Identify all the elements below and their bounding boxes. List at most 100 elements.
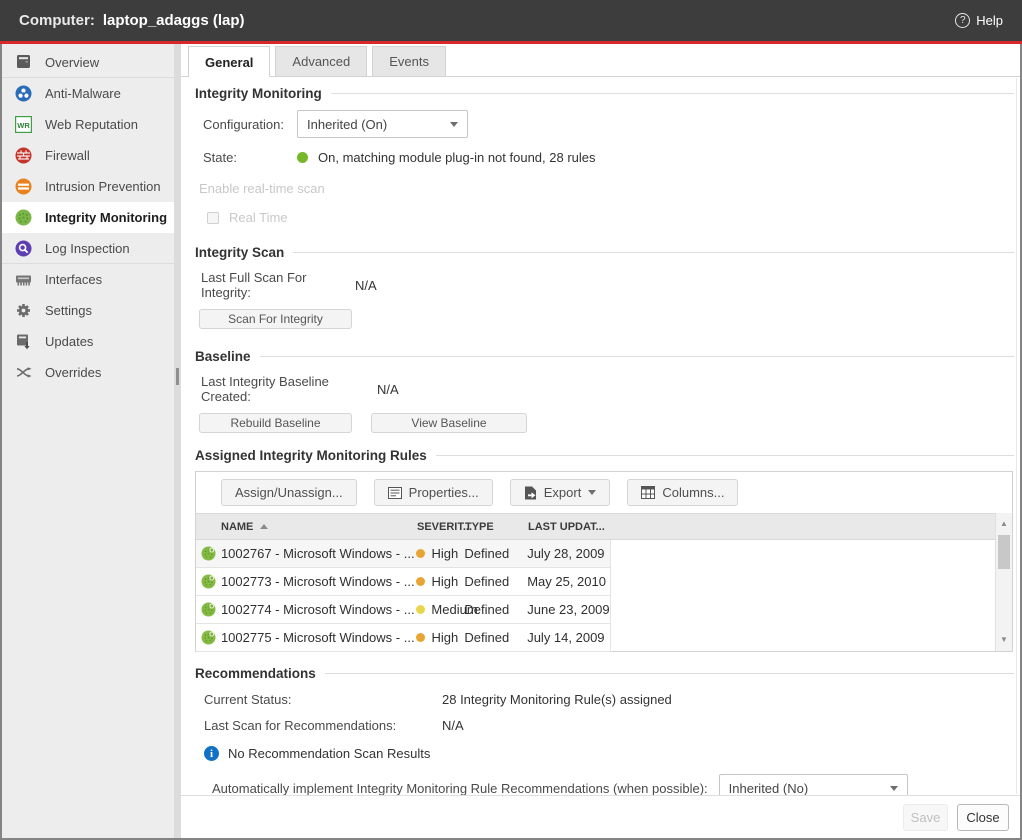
sidebar-item-integrity-monitoring[interactable]: Integrity Monitoring: [2, 202, 174, 233]
rules-table-header: NAME SEVERIT... TYPE LAST UPDAT...: [196, 513, 995, 540]
column-header-type[interactable]: TYPE: [465, 521, 528, 533]
rule-name: 1002773 - Microsoft Windows - ...: [221, 574, 417, 589]
state-label: State:: [203, 150, 297, 165]
last-baseline-created-label: Last Integrity Baseline Created:: [201, 374, 377, 404]
sidebar-item-label: Log Inspection: [45, 241, 130, 256]
rule-last-updated: May 25, 2010: [527, 574, 610, 589]
columns-label: Columns...: [662, 485, 724, 500]
rule-type: Defined: [464, 630, 527, 645]
scan-for-integrity-button[interactable]: Scan For Integrity: [199, 309, 352, 329]
general-tab-page: Integrity Monitoring Configuration: Inhe…: [181, 77, 1020, 795]
rule-type: Defined: [464, 602, 527, 617]
sidebar-item-label: Overview: [45, 55, 99, 70]
sidebar-item-label: Overrides: [45, 365, 101, 380]
integrity-rule-icon: [201, 602, 216, 617]
rule-row[interactable]: 1002774 - Microsoft Windows - ... Medium…: [196, 596, 611, 624]
updates-icon: [15, 333, 32, 350]
svg-text:WR: WR: [17, 121, 30, 130]
current-status-value: 28 Integrity Monitoring Rule(s) assigned: [442, 692, 672, 707]
tab-events[interactable]: Events: [372, 46, 446, 76]
window-title-prefix: Computer:: [19, 12, 95, 29]
sidebar-item-updates[interactable]: Updates: [2, 326, 174, 357]
columns-button[interactable]: Columns...: [627, 479, 738, 506]
settings-gear-icon: [15, 302, 32, 319]
sidebar-item-label: Updates: [45, 334, 93, 349]
rule-severity: High: [431, 546, 458, 561]
overrides-shuffle-icon: [15, 364, 32, 381]
scroll-up-arrow-icon[interactable]: ▲: [1000, 513, 1008, 531]
rule-name: 1002775 - Microsoft Windows - ...: [221, 630, 417, 645]
export-label: Export: [544, 485, 582, 500]
section-title-recommendations: Recommendations: [195, 666, 1014, 681]
column-header-name[interactable]: NAME: [221, 521, 417, 533]
rule-type: Defined: [464, 546, 527, 561]
sidebar-item-interfaces[interactable]: Interfaces: [2, 264, 174, 295]
rule-name: 1002767 - Microsoft Windows - ...: [221, 546, 417, 561]
sidebar-splitter-handle[interactable]: [176, 368, 179, 385]
rule-name: 1002774 - Microsoft Windows - ...: [221, 602, 416, 617]
sidebar-item-anti-malware[interactable]: Anti-Malware: [2, 78, 174, 109]
help-link[interactable]: ? Help: [955, 13, 1003, 28]
columns-icon: [641, 486, 655, 499]
rebuild-baseline-button[interactable]: Rebuild Baseline: [199, 413, 352, 433]
assign-unassign-button[interactable]: Assign/Unassign...: [221, 479, 357, 506]
window-titlebar: Computer: laptop_adaggs (lap) ? Help: [0, 0, 1022, 44]
sidebar-item-overview[interactable]: Overview: [2, 47, 174, 78]
rule-row[interactable]: 1002773 - Microsoft Windows - ... High D…: [196, 568, 611, 596]
integrity-rule-icon: [201, 546, 216, 561]
severity-dot: [416, 549, 425, 558]
sidebar-item-web-reputation[interactable]: WR Web Reputation: [2, 109, 174, 140]
severity-dot: [416, 605, 425, 614]
chevron-down-icon: [890, 786, 898, 791]
scroll-down-arrow-icon[interactable]: ▼: [1000, 633, 1008, 651]
rule-row[interactable]: 1002767 - Microsoft Windows - ... High D…: [196, 540, 611, 568]
rules-vertical-scrollbar[interactable]: ▲ ▼: [995, 513, 1012, 651]
tab-advanced[interactable]: Advanced: [275, 46, 367, 76]
view-baseline-button[interactable]: View Baseline: [371, 413, 527, 433]
column-header-last-updated[interactable]: LAST UPDAT...: [528, 521, 611, 533]
auto-implement-label: Automatically implement Integrity Monito…: [212, 781, 708, 796]
sidebar-item-label: Interfaces: [45, 272, 102, 287]
sidebar-item-firewall[interactable]: Firewall: [2, 140, 174, 171]
assign-unassign-label: Assign/Unassign...: [235, 485, 343, 500]
intrusion-prevention-icon: [15, 178, 32, 195]
auto-implement-dropdown[interactable]: Inherited (No): [719, 774, 908, 795]
sidebar-item-label: Intrusion Prevention: [45, 179, 161, 194]
severity-dot: [416, 577, 425, 586]
content-right-rail: [1016, 78, 1017, 794]
state-text: On, matching module plug-in not found, 2…: [318, 150, 596, 165]
properties-button[interactable]: Properties...: [374, 479, 493, 506]
configuration-dropdown[interactable]: Inherited (On): [297, 110, 468, 138]
help-label: Help: [976, 13, 1003, 28]
last-full-scan-value: N/A: [355, 278, 377, 293]
state-on-dot: [297, 152, 308, 163]
column-header-severity[interactable]: SEVERIT...: [417, 521, 465, 533]
sidebar: Overview Anti-Malware WR Web Reputation …: [2, 44, 181, 838]
help-icon: ?: [955, 13, 970, 28]
section-title-integrity-monitoring: Integrity Monitoring: [195, 86, 1014, 101]
footer-bar: Save Close: [181, 795, 1020, 838]
properties-icon: [388, 487, 402, 499]
close-button[interactable]: Close: [957, 804, 1009, 831]
scrollbar-thumb[interactable]: [998, 535, 1010, 569]
rule-severity: High: [431, 574, 458, 589]
rule-row[interactable]: 1002775 - Microsoft Windows - ... High D…: [196, 624, 611, 652]
section-title-assigned-rules: Assigned Integrity Monitoring Rules: [195, 448, 1014, 463]
sidebar-item-settings[interactable]: Settings: [2, 295, 174, 326]
save-button[interactable]: Save: [903, 804, 948, 831]
realtime-checkbox-label: Real Time: [229, 210, 288, 225]
last-baseline-created-value: N/A: [377, 382, 399, 397]
sidebar-item-label: Settings: [45, 303, 92, 318]
sidebar-item-label: Web Reputation: [45, 117, 138, 132]
sidebar-item-intrusion-prevention[interactable]: Intrusion Prevention: [2, 171, 174, 202]
current-status-label: Current Status:: [204, 692, 442, 707]
sidebar-item-log-inspection[interactable]: Log Inspection: [2, 233, 174, 264]
auto-implement-dropdown-value: Inherited (No): [729, 781, 808, 796]
enable-realtime-scan-link: Enable real-time scan: [199, 181, 1014, 196]
sidebar-item-overrides[interactable]: Overrides: [2, 357, 174, 388]
integrity-monitoring-icon: [15, 209, 32, 226]
tab-general[interactable]: General: [188, 46, 270, 77]
last-full-scan-label: Last Full Scan For Integrity:: [201, 270, 355, 300]
export-button[interactable]: Export: [510, 479, 611, 506]
sidebar-item-label: Anti-Malware: [45, 86, 121, 101]
